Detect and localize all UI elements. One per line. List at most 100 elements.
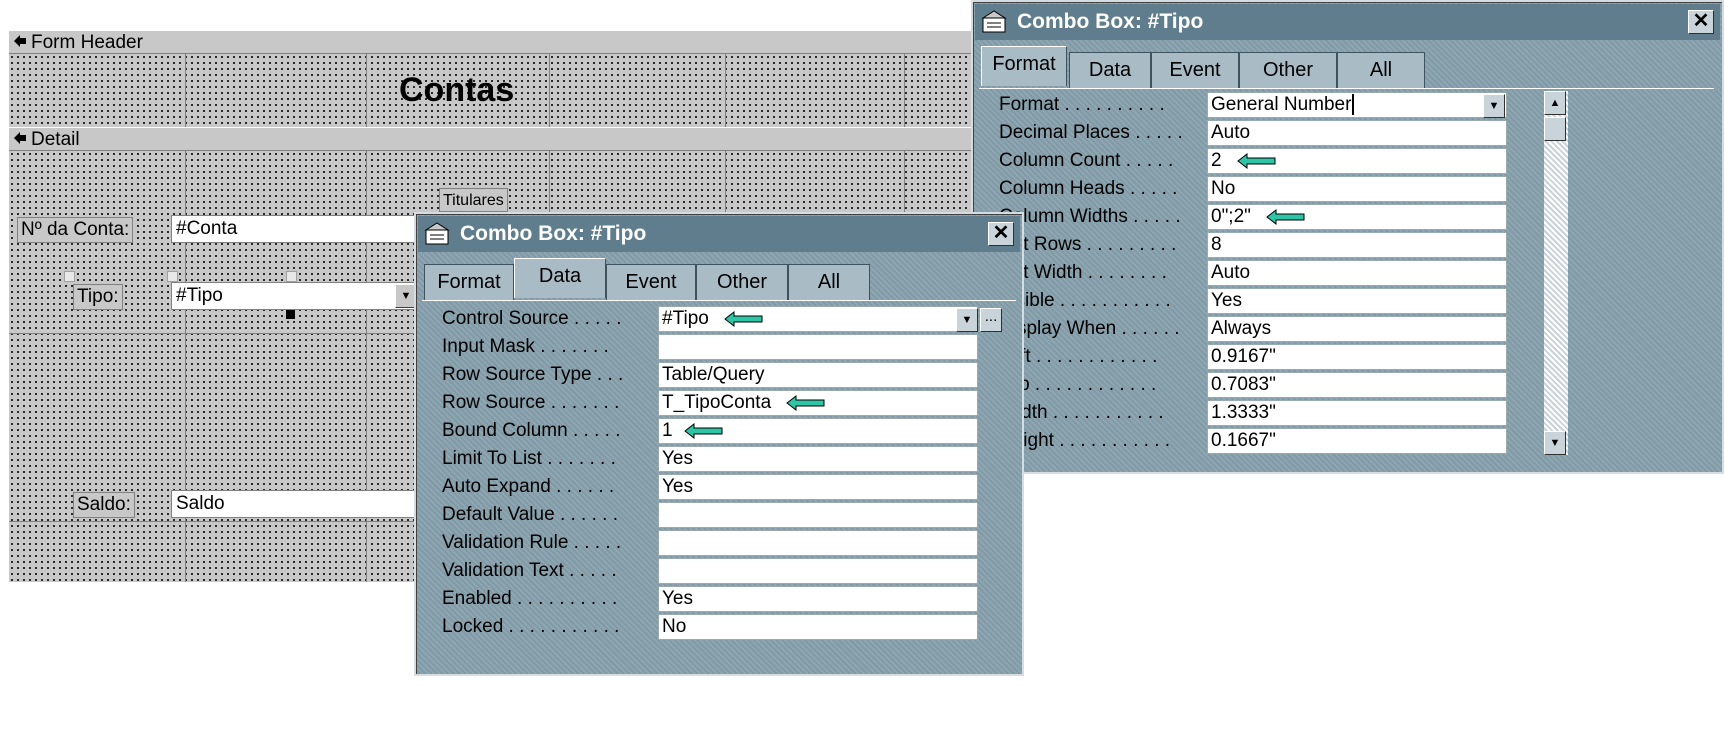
property-value[interactable]: Yes (658, 446, 978, 472)
scroll-thumb[interactable] (1544, 117, 1566, 141)
property-row[interactable]: Display When . . . . . . Always (979, 315, 1714, 343)
tipo-label[interactable]: Tipo: (73, 284, 123, 310)
property-row[interactable]: Locked . . . . . . . . . . . No (422, 613, 1016, 641)
property-row[interactable]: Height . . . . . . . . . . . 0.1667" (979, 427, 1714, 455)
form-header-grid: Contas (9, 54, 1020, 127)
tipo-combobox[interactable]: #Tipo (171, 282, 421, 310)
property-row[interactable]: Bound Column . . . . . 1 (422, 417, 1016, 445)
chevron-down-icon[interactable]: ▼ (956, 308, 978, 332)
property-row[interactable]: Limit To List . . . . . . . Yes (422, 445, 1016, 473)
property-name: Input Mask . . . . . . . (442, 336, 609, 357)
property-name: Left . . . . . . . . . . . . (999, 346, 1158, 367)
property-value[interactable] (658, 334, 978, 360)
close-icon[interactable]: ✕ (1688, 10, 1714, 34)
property-value[interactable]: Auto (1207, 260, 1507, 286)
property-row[interactable]: Enabled . . . . . . . . . . Yes (422, 585, 1016, 613)
property-value[interactable]: 1.3333" (1207, 400, 1507, 426)
property-row[interactable]: Validation Rule . . . . . (422, 529, 1016, 557)
property-value[interactable]: 1 (658, 418, 978, 444)
property-value[interactable]: 0";2" (1207, 204, 1507, 230)
tab-format[interactable]: Format (424, 264, 514, 300)
section-arrow-icon (13, 31, 27, 55)
property-row[interactable]: Default Value . . . . . . (422, 501, 1016, 529)
property-name: Control Source . . . . . (442, 308, 622, 329)
property-name: Row Source . . . . . . . (442, 392, 620, 413)
tab-data[interactable]: Data (1069, 52, 1151, 88)
property-row[interactable]: Auto Expand . . . . . . Yes (422, 473, 1016, 501)
property-row[interactable]: List Width . . . . . . . . Auto (979, 259, 1714, 287)
form-header-bar[interactable]: Form Header (9, 30, 1020, 54)
format-window-title: Combo Box: #Tipo (1017, 10, 1204, 33)
format-window-titlebar[interactable]: Combo Box: #Tipo ✕ (975, 4, 1720, 40)
property-value[interactable]: No (658, 614, 978, 640)
builder-button[interactable]: ... (980, 308, 1002, 332)
scroll-down-icon[interactable]: ▼ (1544, 431, 1566, 455)
conta-label[interactable]: Nº da Conta: (17, 217, 134, 243)
saldo-textbox[interactable]: Saldo (171, 490, 421, 518)
property-row[interactable]: Validation Text . . . . . (422, 557, 1016, 585)
property-name: Column Count . . . . . (999, 150, 1174, 171)
close-icon[interactable]: ✕ (988, 222, 1014, 246)
property-value[interactable]: No (1207, 176, 1507, 202)
tab-event[interactable]: Event (606, 264, 696, 300)
scroll-up-icon[interactable]: ▲ (1544, 91, 1566, 115)
property-value[interactable] (658, 502, 978, 528)
property-row[interactable]: Left . . . . . . . . . . . . 0.9167" (979, 343, 1714, 371)
detail-bar[interactable]: Detail (9, 127, 1020, 151)
property-value[interactable]: 0.9167" (1207, 344, 1507, 370)
property-row[interactable]: Control Source . . . . . #Tipo ▼ ... (422, 305, 1016, 333)
property-row[interactable]: Row Source . . . . . . . T_TipoConta (422, 389, 1016, 417)
tab-event[interactable]: Event (1151, 52, 1239, 88)
property-value[interactable]: Yes (658, 474, 978, 500)
property-name: Decimal Places . . . . . (999, 122, 1183, 143)
property-row[interactable]: Width . . . . . . . . . . . 1.3333" (979, 399, 1714, 427)
property-value[interactable]: General Number (1207, 92, 1507, 118)
arrow-left-icon (724, 310, 763, 327)
property-row[interactable]: Top . . . . . . . . . . . . 0.7083" (979, 371, 1714, 399)
properties-icon (424, 222, 450, 245)
property-value[interactable]: T_TipoConta (658, 390, 978, 416)
property-value[interactable]: Always (1207, 316, 1507, 342)
property-row[interactable]: Format . . . . . . . . . . General Numbe… (979, 91, 1714, 119)
property-value[interactable]: 8 (1207, 232, 1507, 258)
property-name: Column Widths . . . . . (999, 206, 1181, 227)
property-name: List Rows . . . . . . . . . (999, 234, 1177, 255)
saldo-label[interactable]: Saldo: (73, 492, 135, 518)
property-value[interactable]: 0.1667" (1207, 428, 1507, 454)
property-value[interactable]: Yes (1207, 288, 1507, 314)
tab-other[interactable]: Other (1239, 52, 1337, 88)
tab-all[interactable]: All (788, 264, 870, 300)
property-value[interactable]: 0.7083" (1207, 372, 1507, 398)
form-title[interactable]: Contas (399, 70, 514, 110)
property-name: Default Value . . . . . . (442, 504, 619, 525)
conta-textbox[interactable]: #Conta (171, 215, 421, 243)
data-property-sheet: Combo Box: #Tipo ✕ Format Data Event Oth… (414, 212, 1024, 676)
data-window-titlebar[interactable]: Combo Box: #Tipo ✕ (418, 216, 1020, 252)
property-value[interactable] (658, 558, 978, 584)
property-row[interactable]: Visible . . . . . . . . . . . Yes (979, 287, 1714, 315)
property-row[interactable]: Row Source Type . . . Table/Query (422, 361, 1016, 389)
property-row[interactable]: Input Mask . . . . . . . (422, 333, 1016, 361)
property-name: Row Source Type . . . (442, 364, 624, 385)
property-value[interactable] (658, 530, 978, 556)
property-row[interactable]: Column Heads . . . . . No (979, 175, 1714, 203)
tab-data[interactable]: Data (514, 258, 606, 298)
property-row[interactable]: List Rows . . . . . . . . . 8 (979, 231, 1714, 259)
property-value[interactable]: 2 (1207, 148, 1507, 174)
property-value[interactable]: Yes (658, 586, 978, 612)
tab-all[interactable]: All (1337, 52, 1425, 88)
property-name: Auto Expand . . . . . . (442, 476, 615, 497)
chevron-down-icon[interactable]: ▼ (1483, 94, 1505, 118)
property-row[interactable]: Column Count . . . . . 2 (979, 147, 1714, 175)
property-name: Display When . . . . . . (999, 318, 1180, 339)
property-row[interactable]: Column Widths . . . . . 0";2" (979, 203, 1714, 231)
tab-other[interactable]: Other (696, 264, 788, 300)
tab-format[interactable]: Format (981, 46, 1067, 86)
titulares-label[interactable]: Titulares (439, 188, 508, 212)
property-value[interactable]: Auto (1207, 120, 1507, 146)
property-row[interactable]: Decimal Places . . . . . Auto (979, 119, 1714, 147)
arrow-left-icon (684, 422, 723, 439)
property-scrollbar[interactable]: ▲ ▼ (1544, 91, 1568, 455)
property-value[interactable]: Table/Query (658, 362, 978, 388)
property-value[interactable]: #Tipo (658, 306, 978, 332)
